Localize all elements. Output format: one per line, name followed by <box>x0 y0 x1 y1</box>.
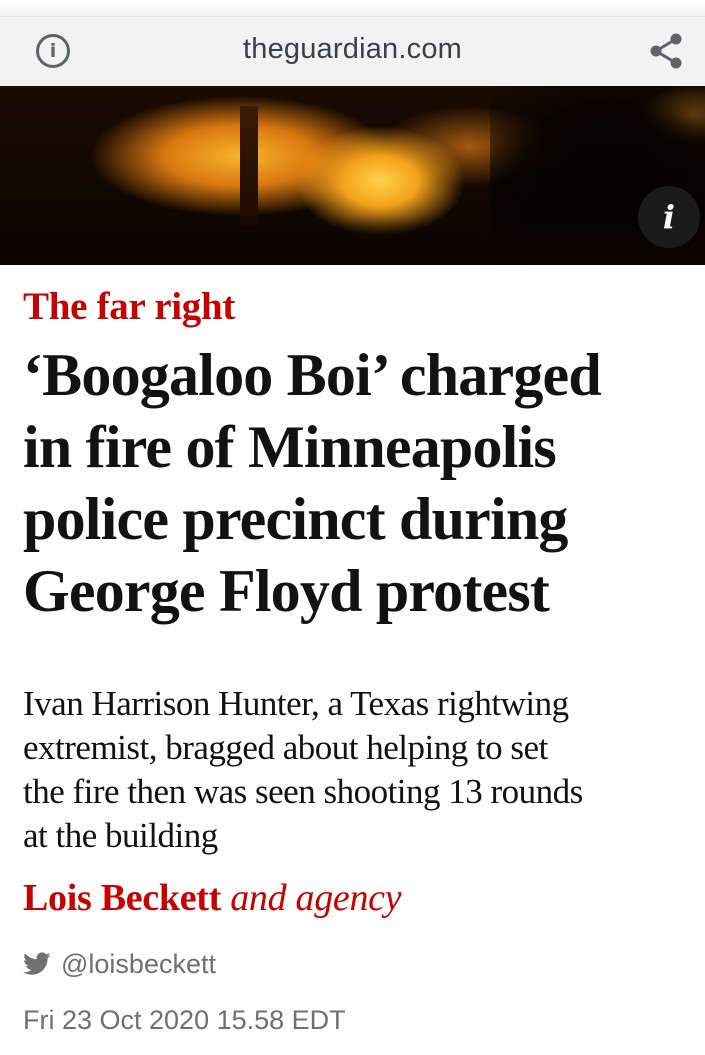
standfirst-line: at the building <box>23 816 218 855</box>
hero-image-fire <box>0 86 705 265</box>
twitter-handle[interactable]: @loisbeckett <box>61 949 216 980</box>
article-dateline: Fri 23 Oct 2020 15.58 EDT <box>23 1005 346 1035</box>
hero-image-shadow-bottom <box>0 216 705 265</box>
photo-caption-info-button[interactable]: i <box>638 186 700 248</box>
url-text[interactable]: theguardian.com <box>0 33 705 66</box>
article-standfirst: Ivan Harrison Hunter, a Texas rightwing … <box>23 682 693 858</box>
byline-agency: and agency <box>230 877 402 919</box>
section-kicker[interactable]: The far right <box>23 284 235 329</box>
byline-author-link[interactable]: Lois Beckett <box>23 877 221 919</box>
standfirst-line: Ivan Harrison Hunter, a Texas rightwing <box>23 684 569 723</box>
standfirst-line: extremist, bragged about helping to set <box>23 728 548 767</box>
headline-line: police precinct during <box>23 486 568 552</box>
headline-line: George Floyd protest <box>23 558 550 624</box>
share-icon[interactable] <box>648 32 684 70</box>
article-byline: Lois Beckett and agency <box>23 876 402 920</box>
headline-line: in fire of Minneapolis <box>23 414 557 480</box>
author-twitter-link[interactable]: @loisbeckett <box>23 947 216 981</box>
browser-url-bar[interactable]: i theguardian.com <box>0 16 705 86</box>
standfirst-line: the fire then was seen shooting 13 round… <box>23 772 583 811</box>
article-headline: ‘Boogaloo Boi’ charged in fire of Minnea… <box>23 339 693 627</box>
headline-line: ‘Boogaloo Boi’ charged <box>23 342 602 408</box>
twitter-bird-icon <box>23 952 51 975</box>
hero-image-post <box>240 106 258 226</box>
top-edge <box>0 0 705 16</box>
